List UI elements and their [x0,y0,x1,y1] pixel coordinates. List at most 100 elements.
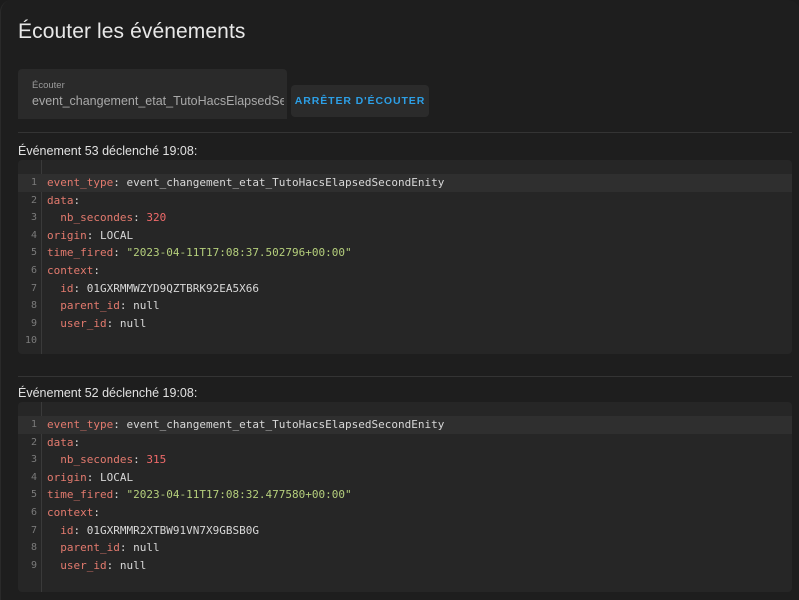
yaml-key: nb_secondes [60,453,134,467]
code-text: event_type: event_changement_etat_TutoHa… [47,174,444,192]
code-line: 4 origin: LOCAL [18,469,792,487]
yaml-separator: : [133,211,147,225]
yaml-value: null [133,541,160,555]
yaml-separator: : [113,246,127,260]
event-title: Événement 53 déclenché 19:08: [18,144,198,158]
yaml-key: user_id [60,558,107,572]
yaml-separator: : [93,264,100,277]
yaml-separator: : [113,488,127,502]
yaml-value: LOCAL [100,228,134,242]
code-line: 1 event_type: event_changement_etat_TutoH… [18,174,792,192]
yaml-key: id [60,523,74,537]
line-number: 3 [30,454,37,466]
code-text: id: 01GXRMMWZYD9QZTBRK92EA5X66 [47,280,259,298]
line-number: 7 [30,282,37,294]
line-number: 4 [30,471,37,483]
code-line: 10 [18,332,792,350]
yaml-separator: : [73,193,81,207]
yaml-key: data [47,435,74,449]
divider [18,132,792,133]
code-line: 2 data: [18,434,792,452]
line-number: 2 [30,194,37,206]
code-line: 5 time_fired: "2023-04-11T17:08:32.477580… [18,486,792,504]
yaml-separator: : [133,453,147,467]
yaml-value: null [133,299,160,313]
yaml-key: data [47,193,74,207]
yaml-key: time_fired [47,488,114,502]
yaml-value: event_changement_etat_TutoHacsElapsedSec… [126,176,445,189]
line-number: 6 [30,507,37,518]
yaml-key: origin [47,228,87,242]
yaml-separator: : [73,281,87,295]
line-number: 6 [30,265,37,276]
yaml-key: context [47,506,94,519]
yaml-key: parent_id [60,541,120,555]
yaml-separator: : [86,228,100,242]
yaml-value: 315 [146,453,167,467]
code-text: user_id: null [47,557,146,575]
code-text: nb_secondes: 315 [47,451,166,469]
yaml-separator: : [113,176,127,189]
event-code-block[interactable]: 1 event_type: event_changement_etat_TutoH… [18,402,792,592]
yaml-separator: : [119,541,134,555]
stop-listening-button[interactable]: ARRÊTER D'ÉCOUTER [291,85,429,117]
code-text: parent_id: null [47,539,160,557]
code-line: 7 id: 01GXRMMR2XTBW91VN7X9GBSB0G [18,522,792,540]
line-number: 1 [30,177,37,188]
code-line: 7 id: 01GXRMMWZYD9QZTBRK92EA5X66 [18,280,792,298]
code-text: data: [47,434,80,452]
line-number: 5 [30,489,37,501]
code-line: 3 nb_secondes: 315 [18,451,792,469]
yaml-value: event_changement_etat_TutoHacsElapsedSec… [126,418,445,431]
code-text: event_type: event_changement_etat_TutoHa… [47,416,444,434]
yaml-key: id [60,281,74,295]
yaml-separator: : [106,558,120,572]
yaml-separator: : [73,435,81,449]
line-number: 8 [30,300,37,312]
yaml-value: 01GXRMMWZYD9QZTBRK92EA5X66 [86,281,259,295]
code-line: 3 nb_secondes: 320 [18,209,792,227]
line-number: 5 [30,247,37,259]
code-text: nb_secondes: 320 [47,209,166,227]
yaml-key: context [47,264,94,277]
developer-tools-card: Écouter les événements Écouter event_cha… [0,0,799,600]
yaml-value: "2023-04-11T17:08:32.477580+00:00" [126,488,352,502]
event-code-block[interactable]: 1 event_type: event_changement_etat_TutoH… [18,160,792,354]
listen-event-input[interactable]: Écouter event_changement_etat_TutoHacsEl… [18,69,287,119]
line-number: 1 [30,419,37,430]
yaml-key: nb_secondes [60,211,134,225]
yaml-value: null [119,316,147,330]
yaml-separator: : [106,316,120,330]
code-text: context: [47,262,100,280]
listen-event-value[interactable]: event_changement_etat_TutoHacsElapsedSec… [32,94,284,108]
code-text: time_fired: "2023-04-11T17:08:37.502796+… [47,244,352,262]
code-line: 2 data: [18,192,792,210]
event-title: Événement 52 déclenché 19:08: [18,386,198,400]
divider [18,376,792,377]
code-line: 1 event_type: event_changement_etat_TutoH… [18,416,792,434]
code-line: 8 parent_id: null [18,297,792,315]
yaml-value: 320 [146,211,167,225]
page-title: Écouter les événements [18,20,246,43]
line-number: 9 [30,317,37,329]
yaml-value: 01GXRMMR2XTBW91VN7X9GBSB0G [86,523,259,537]
line-number: 2 [30,436,37,448]
yaml-key: parent_id [60,299,120,313]
code-line: 8 parent_id: null [18,539,792,557]
yaml-separator: : [93,506,100,519]
yaml-key: event_type [47,176,114,189]
code-text: context: [47,504,100,522]
code-line: 4 origin: LOCAL [18,227,792,245]
line-number: 9 [30,559,37,571]
code-text: id: 01GXRMMR2XTBW91VN7X9GBSB0G [47,522,259,540]
yaml-value: "2023-04-11T17:08:37.502796+00:00" [126,246,352,260]
line-number: 10 [24,335,37,347]
yaml-key: time_fired [47,246,114,260]
yaml-separator: : [119,299,134,313]
